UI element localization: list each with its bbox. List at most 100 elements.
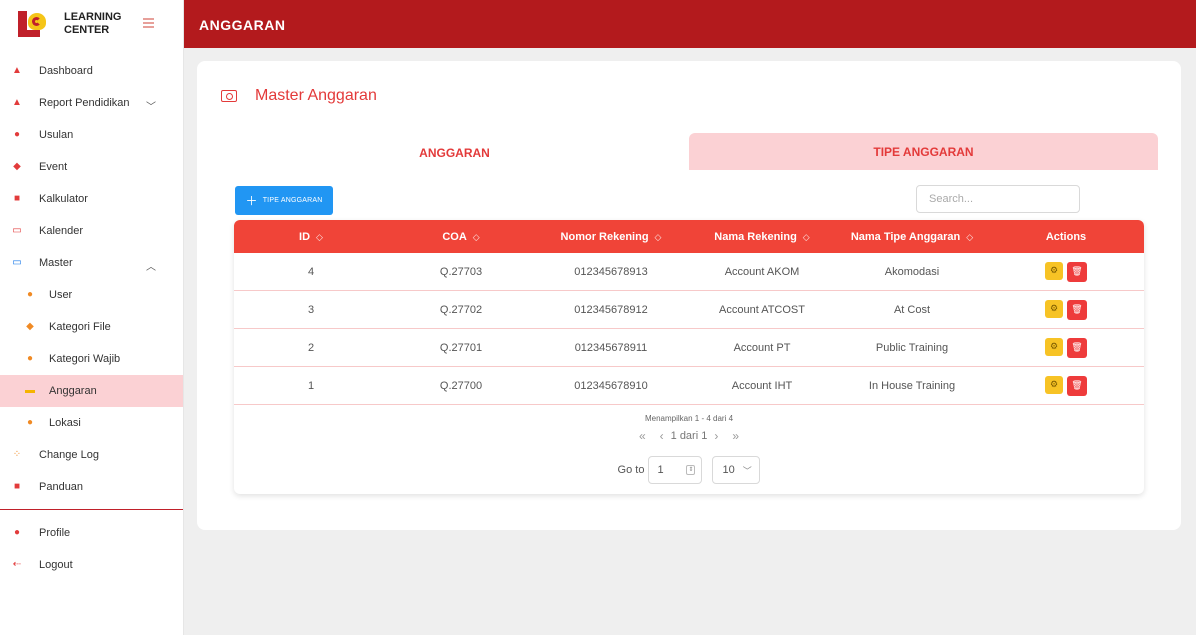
table-row: 4 Q.27703 012345678913 Account AKOM Akom…	[234, 253, 1144, 291]
menu-toggle-icon[interactable]	[143, 18, 154, 28]
cell-nama-rekening: Account ATCOST	[719, 303, 805, 316]
sidebar-item-dashboard[interactable]: ▲ Dashboard	[0, 55, 183, 87]
data-table: ID ◇ COA ◇ Nomor Rekening ◇ Nama Rekening ◇ …	[234, 220, 1144, 494]
table-row: 1 Q.27700 012345678910 Account IHT In Ho…	[234, 367, 1144, 405]
cell-id: 2	[307, 341, 315, 354]
sidebar-item-usulan[interactable]: ● Usulan	[0, 119, 183, 151]
column-header-coa[interactable]: COA ◇	[388, 231, 534, 243]
delete-button[interactable]: 🗑	[1067, 337, 1087, 358]
edit-button[interactable]: ⚙	[1045, 299, 1063, 318]
prev-page-icon[interactable]: ‹	[660, 429, 664, 443]
page-size-value: 10	[722, 464, 735, 476]
sidebar-item-label: Kalkulator	[39, 193, 88, 205]
edit-button[interactable]: ⚙	[1045, 261, 1063, 280]
sidebar-nav: ▲ Dashboard ▲ Report Pendidikan ﹀ ● Usul…	[0, 55, 183, 581]
sort-icon: ◇	[472, 231, 480, 242]
sidebar-item-event[interactable]: ◆ Event	[0, 151, 183, 183]
row-actions: ⚙ 🗑	[988, 375, 1144, 396]
delete-button[interactable]: 🗑	[1067, 375, 1087, 396]
tag-icon: ◆	[26, 321, 34, 332]
calculator-icon: ■	[13, 193, 21, 204]
sidebar-item-panduan[interactable]: ■ Panduan	[0, 471, 183, 503]
sidebar-item-label: Panduan	[39, 481, 84, 493]
sort-icon: ◇	[966, 231, 974, 242]
sidebar-item-logout[interactable]: ⇠ Logout	[0, 549, 183, 581]
tab-tipe-anggaran[interactable]: TIPE ANGGARAN	[689, 133, 1158, 172]
delete-button[interactable]: 🗑	[1067, 299, 1087, 320]
add-tipe-anggaran-button[interactable]: ＋ TIPE ANGGARAN	[235, 186, 333, 215]
tab-anggaran[interactable]: ANGGARAN	[220, 133, 689, 172]
page-header-title: ANGGARAN	[199, 17, 286, 33]
users-icon: ●	[26, 289, 34, 300]
table-header: ID ◇ COA ◇ Nomor Rekening ◇ Nama Rekening ◇ …	[234, 220, 1144, 253]
next-page-icon[interactable]: ›	[714, 429, 718, 443]
sidebar-item-label: Report Pendidikan	[39, 97, 130, 109]
column-header-nama-rekening[interactable]: Nama Rekening ◇	[688, 231, 836, 243]
cell-id: 3	[307, 303, 315, 316]
goto-value: 1	[657, 464, 664, 476]
graduation-cap-icon: ◆	[13, 161, 21, 172]
page-title: Master Anggaran	[255, 87, 377, 104]
sidebar-item-anggaran[interactable]: ▬ Anggaran	[0, 375, 183, 407]
edit-button[interactable]: ⚙	[1045, 337, 1063, 356]
edit-button[interactable]: ⚙	[1045, 375, 1063, 394]
sidebar-item-label: Kategori Wajib	[49, 353, 121, 365]
sidebar-item-profile[interactable]: ● Profile	[0, 517, 183, 549]
cell-nama-tipe: Public Training	[875, 341, 949, 354]
topbar: ANGGARAN	[184, 0, 1196, 48]
sidebar-item-label: Logout	[39, 559, 73, 571]
search-input[interactable]	[916, 185, 1080, 213]
cell-id: 4	[307, 265, 315, 278]
plus-icon: ＋	[245, 194, 258, 208]
money-icon	[221, 90, 237, 102]
sidebar-item-label: Master	[39, 257, 73, 269]
first-page-icon[interactable]: «	[639, 429, 646, 443]
cell-nama-rekening: Account AKOM	[724, 265, 800, 278]
flask-icon: ▲	[12, 97, 22, 108]
content-card: Master Anggaran ANGGARAN TIPE ANGGARAN ＋…	[197, 61, 1181, 530]
row-actions: ⚙ 🗑	[988, 337, 1144, 358]
sidebar-item-kalender[interactable]: ▭ Kalender	[0, 215, 183, 247]
sidebar-item-label: Change Log	[39, 449, 99, 461]
sidebar-item-kalkulator[interactable]: ■ Kalkulator	[0, 183, 183, 215]
chevron-down-icon: ﹀	[742, 465, 752, 476]
table-row: 2 Q.27701 012345678911 Account PT Public…	[234, 329, 1144, 367]
page-size-select[interactable]: 10 ﹀	[712, 456, 761, 484]
goto-page-input[interactable]: 1 ⇕	[648, 456, 703, 484]
circle-icon: ●	[26, 353, 34, 364]
location-icon: ●	[26, 417, 34, 428]
cell-nomor-rekening: 012345678912	[574, 303, 648, 316]
sidebar-item-change-log[interactable]: ⁘ Change Log	[0, 439, 183, 471]
cell-nomor-rekening: 012345678910	[574, 379, 648, 392]
pagination-controls: Go to 1 ⇕ 10 ﹀	[234, 456, 1144, 484]
column-header-nomor-rekening[interactable]: Nomor Rekening ◇	[534, 231, 688, 243]
sidebar-item-kategori-wajib[interactable]: ● Kategori Wajib	[0, 343, 183, 375]
calendar-icon: ▭	[12, 225, 22, 236]
sidebar-item-report-pendidikan[interactable]: ▲ Report Pendidikan ﹀	[0, 87, 183, 119]
sidebar-item-kategori-file[interactable]: ◆ Kategori File	[0, 311, 183, 343]
column-header-id[interactable]: ID ◇	[234, 231, 388, 243]
add-button-label: TIPE ANGGARAN	[262, 197, 323, 204]
goto-label: Go to	[617, 464, 645, 476]
sidebar-item-user[interactable]: ● User	[0, 279, 183, 311]
sidebar: LEARNING CENTER ▲ Dashboard ▲ Report Pen…	[0, 0, 184, 635]
sidebar-item-lokasi[interactable]: ● Lokasi	[0, 407, 183, 439]
delete-button[interactable]: 🗑	[1067, 261, 1087, 282]
sort-icon: ◇	[316, 231, 323, 242]
sidebar-item-master[interactable]: ▭ Master ︿	[0, 247, 183, 279]
stepper-icon[interactable]: ⇕	[686, 465, 696, 475]
chevron-up-icon: ︿	[146, 262, 156, 273]
cell-coa: Q.27701	[439, 341, 483, 354]
sidebar-divider	[0, 509, 183, 510]
column-header-nama-tipe-anggaran[interactable]: Nama Tipe Anggaran ◇	[836, 231, 988, 243]
brand-logo	[18, 11, 48, 37]
table-row: 3 Q.27702 012345678912 Account ATCOST At…	[234, 291, 1144, 329]
cell-nama-rekening: Account IHT	[731, 379, 793, 392]
pin-icon: ●	[13, 129, 21, 140]
money-icon: ▬	[25, 385, 35, 396]
logo-row: LEARNING CENTER	[0, 0, 183, 48]
sidebar-item-label: Event	[39, 161, 68, 173]
sidebar-item-label: Dashboard	[39, 65, 93, 77]
last-page-icon[interactable]: »	[732, 429, 739, 443]
monitor-icon: ▭	[12, 257, 22, 268]
